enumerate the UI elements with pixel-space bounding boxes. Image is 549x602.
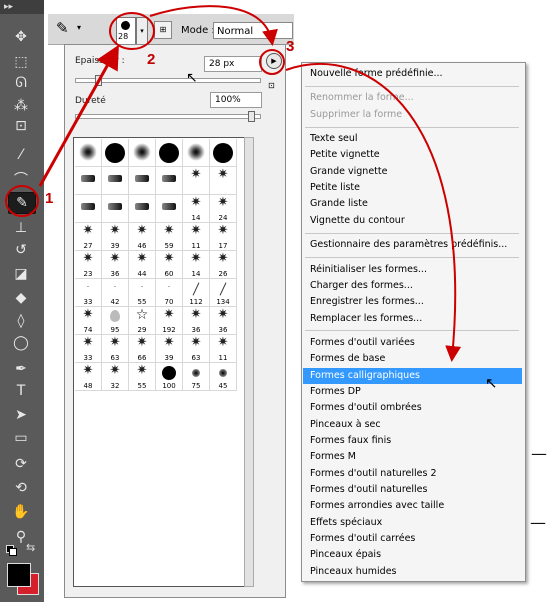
highlight-circle-brush-tool <box>5 185 39 217</box>
arrow-2 <box>149 5 278 46</box>
highlight-circle-brush-picker <box>109 12 155 50</box>
annotation-arrows <box>5 5 462 362</box>
arrow-3 <box>285 62 462 362</box>
arrow-1 <box>38 44 119 187</box>
annotation-label-3: 3 <box>286 38 295 55</box>
annotation-label-2: 2 <box>147 51 156 68</box>
annotation-label-1: 1 <box>45 190 54 207</box>
menu-cursor-icon: ↖ <box>485 374 498 392</box>
highlight-circle-panel-menu <box>259 49 285 75</box>
